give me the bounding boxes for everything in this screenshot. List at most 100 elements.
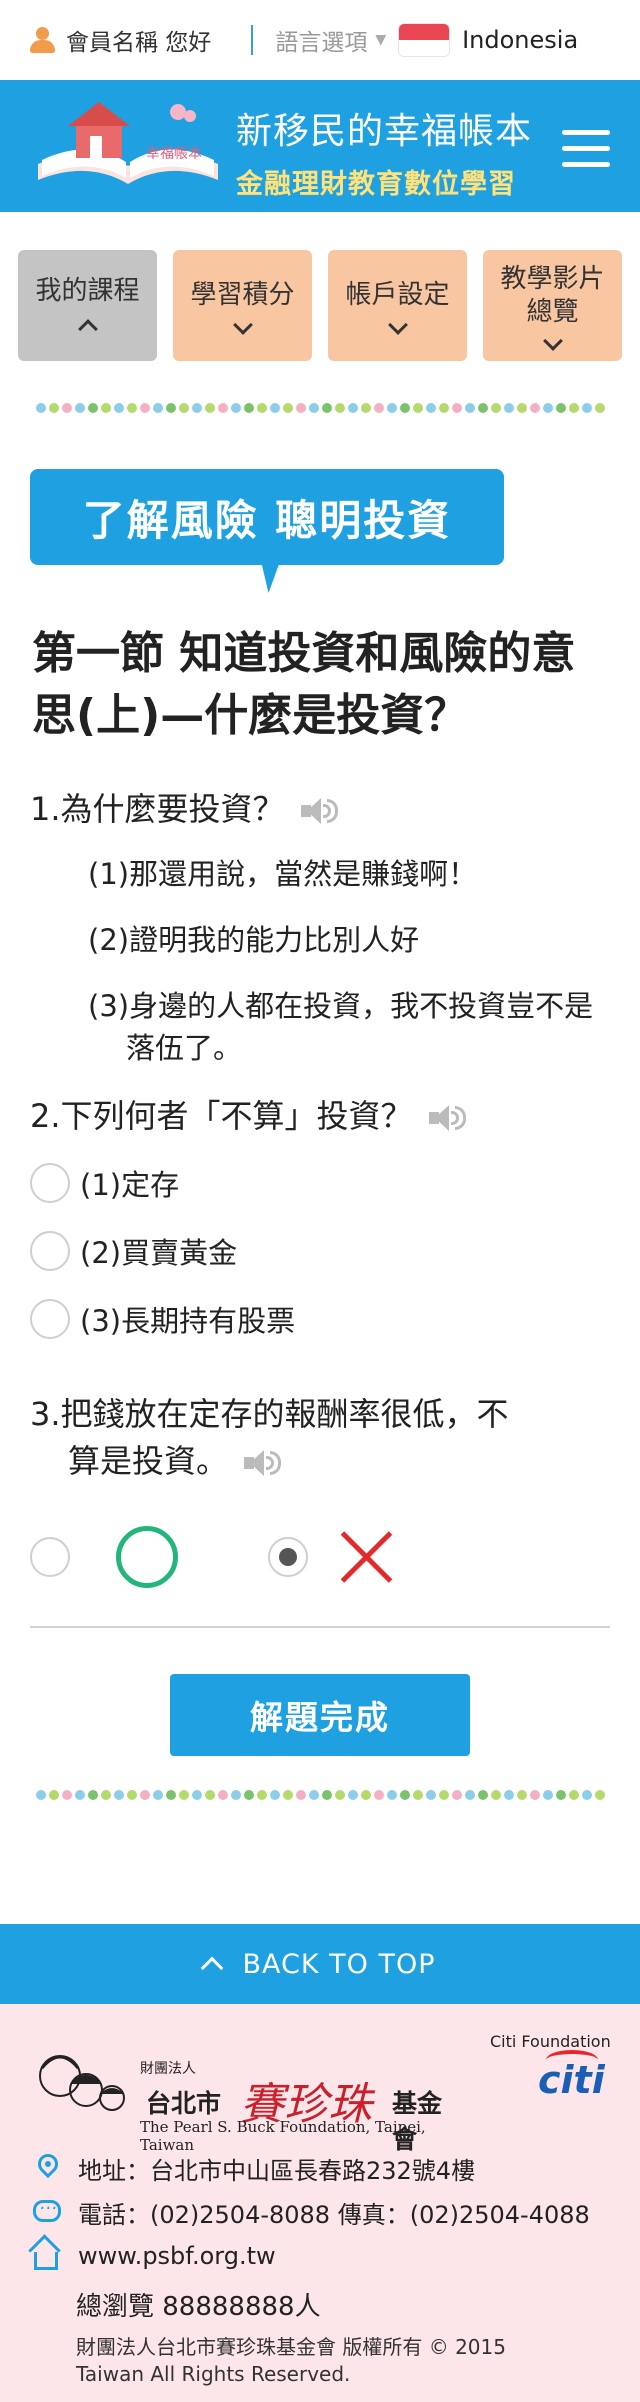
hamburger-menu-icon[interactable] [562,130,610,168]
divider-dot [87,1789,98,1800]
divider-dot [490,403,501,413]
tab-learning-points[interactable]: 學習積分 [173,250,312,361]
question-1-option[interactable]: (3)身邊的人都在投資，我不投資豈不是落伍了。 [88,985,610,1069]
divider-dot [230,1789,241,1800]
divider-dot [243,1789,254,1800]
divider-dot [425,1789,436,1800]
org-prefix: 財團法人 [140,2061,196,2077]
divider-dot [360,403,371,413]
foundation-logo[interactable]: 財團法人 台北市 賽珍珠 基金會 The Pearl S. Buck Found… [30,2032,460,2154]
question-1: 1.為什麼要投資？ [30,786,610,832]
website-line[interactable]: www.psbf.org.tw [30,2234,590,2278]
member-greeting[interactable]: 會員名稱 您好 [66,23,211,57]
site-title: 新移民的幸福帳本 [236,111,533,152]
divider-dot [451,1789,462,1800]
divider-dot [373,1789,384,1800]
question-2-option[interactable]: (1)定存 [30,1161,610,1205]
tab-account-settings[interactable]: 帳戶設定 [328,250,467,361]
divider-dot [334,1789,345,1800]
citi-logo[interactable]: citi [538,2058,605,2102]
tab-label: 我的課程 [35,276,140,307]
logo-book-icon[interactable]: 幸福帳本 [28,94,228,194]
phone-text: 電話：(02)2504-8088 傳真：(02)2504-4088 [78,2200,590,2229]
question-3: 3.把錢放在定存的報酬率很低，不 算是投資。 [30,1391,610,1484]
site-logo-text[interactable]: 新移民的幸福帳本 金融理財教育數位學習 [236,102,532,201]
divider-dot [126,403,137,413]
radio-button[interactable] [30,1231,70,1272]
divider-dot [152,1789,163,1800]
divider-dot [490,1789,501,1800]
divider-dot [386,1789,397,1800]
org-city: 台北市 [146,2089,222,2118]
chevron-down-icon [232,314,253,335]
divider-dot [256,1789,267,1800]
speaker-icon[interactable] [300,796,341,826]
radio-button[interactable] [30,1299,70,1340]
divider-dot [139,1789,150,1800]
language-label[interactable]: 語言選項 [275,23,367,57]
copyright-line-2: Taiwan All Rights Reserved. [76,2362,351,2386]
chevron-down-icon [542,331,563,351]
question-2: 2.下列何者「不算」投資？ [30,1093,610,1139]
website-link[interactable]: www.psbf.org.tw [78,2242,276,2270]
divider-dot [243,403,254,413]
question-2-options: (1)定存 (2)買賣黃金 (3)長期持有股票 [30,1161,610,1341]
copyright-line-1: 財團法人台北市賽珍珠基金會 版權所有 © 2015 [76,2335,506,2359]
divider-dot [230,403,241,413]
divider-dot [295,403,306,413]
tab-video-overview[interactable]: 教學影片 總覽 [483,250,622,361]
divider-dot [74,1789,85,1800]
language-caret-icon[interactable]: ▼ [375,32,386,48]
radio-false[interactable] [268,1536,308,1577]
divider-dot [594,1789,605,1800]
divider-dot [308,1789,319,1800]
divider-dot [334,403,345,413]
question-2-title: 2.下列何者「不算」投資？ [30,1096,413,1135]
divider-dot [464,403,475,413]
divider-dot [269,403,280,413]
divider-dot [282,1789,293,1800]
radio-true[interactable] [30,1536,70,1577]
chevron-up-icon [77,318,98,339]
back-to-top-label: BACK TO TOP [242,1948,436,1980]
total-views: 總瀏覽 88888888人 [76,2291,321,2322]
submit-answers-button[interactable]: 解題完成 [170,1673,470,1756]
divider-dot [529,1789,540,1800]
divider [30,1625,610,1628]
indonesia-flag-icon[interactable] [398,23,451,57]
radio-button[interactable] [30,1163,70,1204]
divider-dot [74,403,85,413]
question-1-title: 1.為什麼要投資？ [30,790,285,829]
divider-dot [256,403,267,413]
question-2-option[interactable]: (2)買賣黃金 [30,1229,610,1273]
address-line: 地址：台北市中山區長春路232號4樓 [30,2146,590,2190]
divider-dot [100,403,111,413]
back-to-top-button[interactable]: BACK TO TOP [0,1924,640,2004]
divider-dot [477,1789,488,1800]
site-header: 幸福帳本 新移民的幸福帳本 金融理財教育數位學習 [0,80,640,212]
question-2-option[interactable]: (3)長期持有股票 [30,1297,610,1341]
dotted-divider [30,1789,610,1800]
divider-dot [269,1789,280,1800]
speaker-icon[interactable] [428,1103,469,1133]
lesson-banner: 了解風險 聰明投資 [30,469,504,565]
divider-dot [412,1789,423,1800]
user-icon [28,25,56,55]
divider-dot [464,1789,475,1800]
chevron-up-icon [201,1956,224,1980]
option-label: (1)定存 [80,1168,180,1203]
true-circle-icon [116,1525,178,1588]
divider-dot [295,1789,306,1800]
language-current[interactable]: Indonesia [462,26,578,54]
tab-my-courses[interactable]: 我的課程 [18,250,157,361]
divider-dot [113,1789,124,1800]
divider-dot [360,1789,371,1800]
contact-info: 地址：台北市中山區長春路232號4樓 電話：(02)2504-8088 傳真：(… [30,2146,590,2388]
divider-dot [412,403,423,413]
question-1-option[interactable]: (2)證明我的能力比別人好 [88,919,610,961]
site-subtitle: 金融理財教育數位學習 [236,169,516,200]
speaker-icon[interactable] [244,1448,284,1478]
tab-label: 教學影片 總覽 [500,264,605,327]
question-1-option[interactable]: (1)那還用說，當然是賺錢啊！ [88,853,610,895]
divider-dot [204,403,215,413]
